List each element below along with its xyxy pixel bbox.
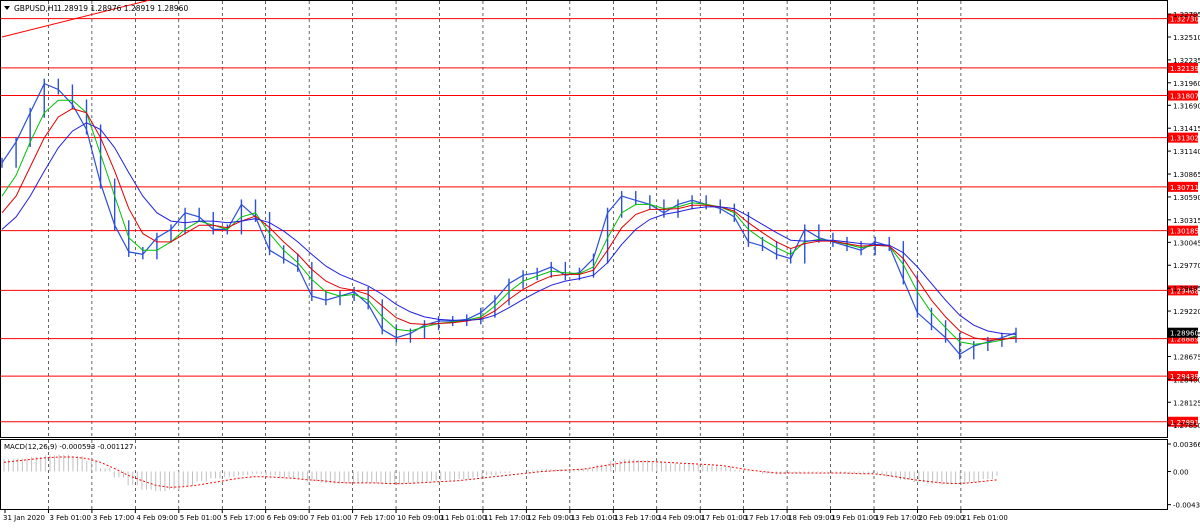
price-tick-label: 1.32235	[1173, 57, 1200, 65]
chart-canvas[interactable]: 1.327301.321391.318071.313021.307111.301…	[0, 0, 1200, 524]
macd-label: MACD(12,26,9) -0.000593 -0.001127	[4, 443, 133, 451]
time-label: 5 Feb 17:00	[223, 514, 264, 522]
level-label: 1.30185	[1170, 228, 1199, 236]
time-label: 18 Feb 09:00	[788, 514, 834, 522]
grid	[48, 1, 962, 509]
price-tick-label: 1.32510	[1173, 34, 1200, 42]
macd-tick-label: -0.004358	[1173, 502, 1200, 510]
time-label: 6 Feb 09:00	[267, 514, 308, 522]
price-tick-label: 1.32785	[1173, 11, 1200, 19]
price-tick-label: 1.31415	[1173, 125, 1200, 133]
time-label: 3 Feb 01:00	[49, 514, 90, 522]
macd-indicator	[3, 454, 998, 492]
price-tick-label: 1.29220	[1173, 308, 1200, 316]
price-tick-label: 1.31140	[1173, 148, 1200, 156]
ma-line	[1, 108, 1017, 341]
time-label: 19 Feb 17:00	[875, 514, 921, 522]
chevron-down-icon[interactable]	[4, 6, 10, 10]
time-label: 14 Feb 09:00	[658, 514, 704, 522]
horizontal-levels[interactable]: 1.327301.321391.318071.313021.307111.301…	[1, 13, 1199, 427]
price-tick-label: 1.29495	[1173, 285, 1200, 293]
time-axis: 31 Jan 2020 3 Feb 01:00 3 Feb 17:00 4 Feb 0…	[3, 509, 1008, 522]
time-label: 20 Feb 09:00	[918, 514, 964, 522]
current-price-label: 1.28960	[1170, 330, 1199, 338]
price-tick-label: 1.30045	[1173, 239, 1200, 247]
time-label: 21 Feb 01:00	[962, 514, 1008, 522]
time-label: 7 Feb 17:00	[354, 514, 395, 522]
time-label: 13 Feb 17:00	[614, 514, 660, 522]
level-label: 1.32139	[1170, 65, 1199, 73]
time-label: 10 Feb 09:00	[397, 514, 443, 522]
price-tick-label: 1.31690	[1173, 102, 1200, 110]
time-label: 17 Feb 17:00	[745, 514, 791, 522]
price-tick-label: 1.30865	[1173, 171, 1200, 179]
time-label: 31 Jan 2020	[3, 514, 45, 522]
trading-terminal: 1.32730 1.32139 1.31807 1.31302 1.30711 1.301…	[0, 0, 1200, 524]
time-label: 17 Feb 01:00	[701, 514, 747, 522]
macd-tick-label: 0.00	[1173, 468, 1189, 476]
level-label: 1.31807	[1170, 93, 1199, 101]
macd-tick-label: 0.003662	[1173, 441, 1200, 449]
price-tick-label: 1.28675	[1173, 353, 1200, 361]
time-label: 3 Feb 17:00	[93, 514, 134, 522]
price-tick-label: 1.28400	[1173, 376, 1200, 384]
level-label: 1.30711	[1170, 184, 1199, 192]
price-tick-label: 1.30590	[1173, 194, 1200, 202]
symbol-header: GBPUSD,H1 1.28919 1.28976 1.28919 1.2896…	[4, 4, 188, 13]
price-axis: 1.32785 1.32510 1.32235 1.31960 1.31690 1.314…	[1167, 11, 1200, 430]
time-label: 7 Feb 01:00	[310, 514, 351, 522]
price-tick-label: 1.31960	[1173, 80, 1200, 88]
ohlc-values: 1.28919 1.28976 1.28919 1.28960	[57, 4, 188, 13]
time-label: 11 Feb 17:00	[484, 514, 530, 522]
time-label: 19 Feb 01:00	[832, 514, 878, 522]
time-label: 11 Feb 01:00	[441, 514, 487, 522]
macd-axis: 0.003662 0.00 -0.004358	[1167, 441, 1200, 510]
price-tick-label: 1.27850	[1173, 422, 1200, 430]
price-tick-label: 1.29770	[1173, 262, 1200, 270]
price-tick-label: 1.28125	[1173, 399, 1200, 407]
time-label: 13 Feb 01:00	[571, 514, 617, 522]
price-tick-label: 1.30315	[1173, 217, 1200, 225]
symbol-label: GBPUSD,H1	[14, 4, 59, 13]
time-label: 12 Feb 09:00	[527, 514, 573, 522]
level-label: 1.31302	[1170, 135, 1199, 143]
time-label: 4 Feb 09:00	[136, 514, 177, 522]
price-series	[1, 78, 1017, 360]
main-chart-frame	[0, 0, 1168, 438]
price-line	[1, 82, 1017, 356]
time-label: 5 Feb 01:00	[180, 514, 221, 522]
